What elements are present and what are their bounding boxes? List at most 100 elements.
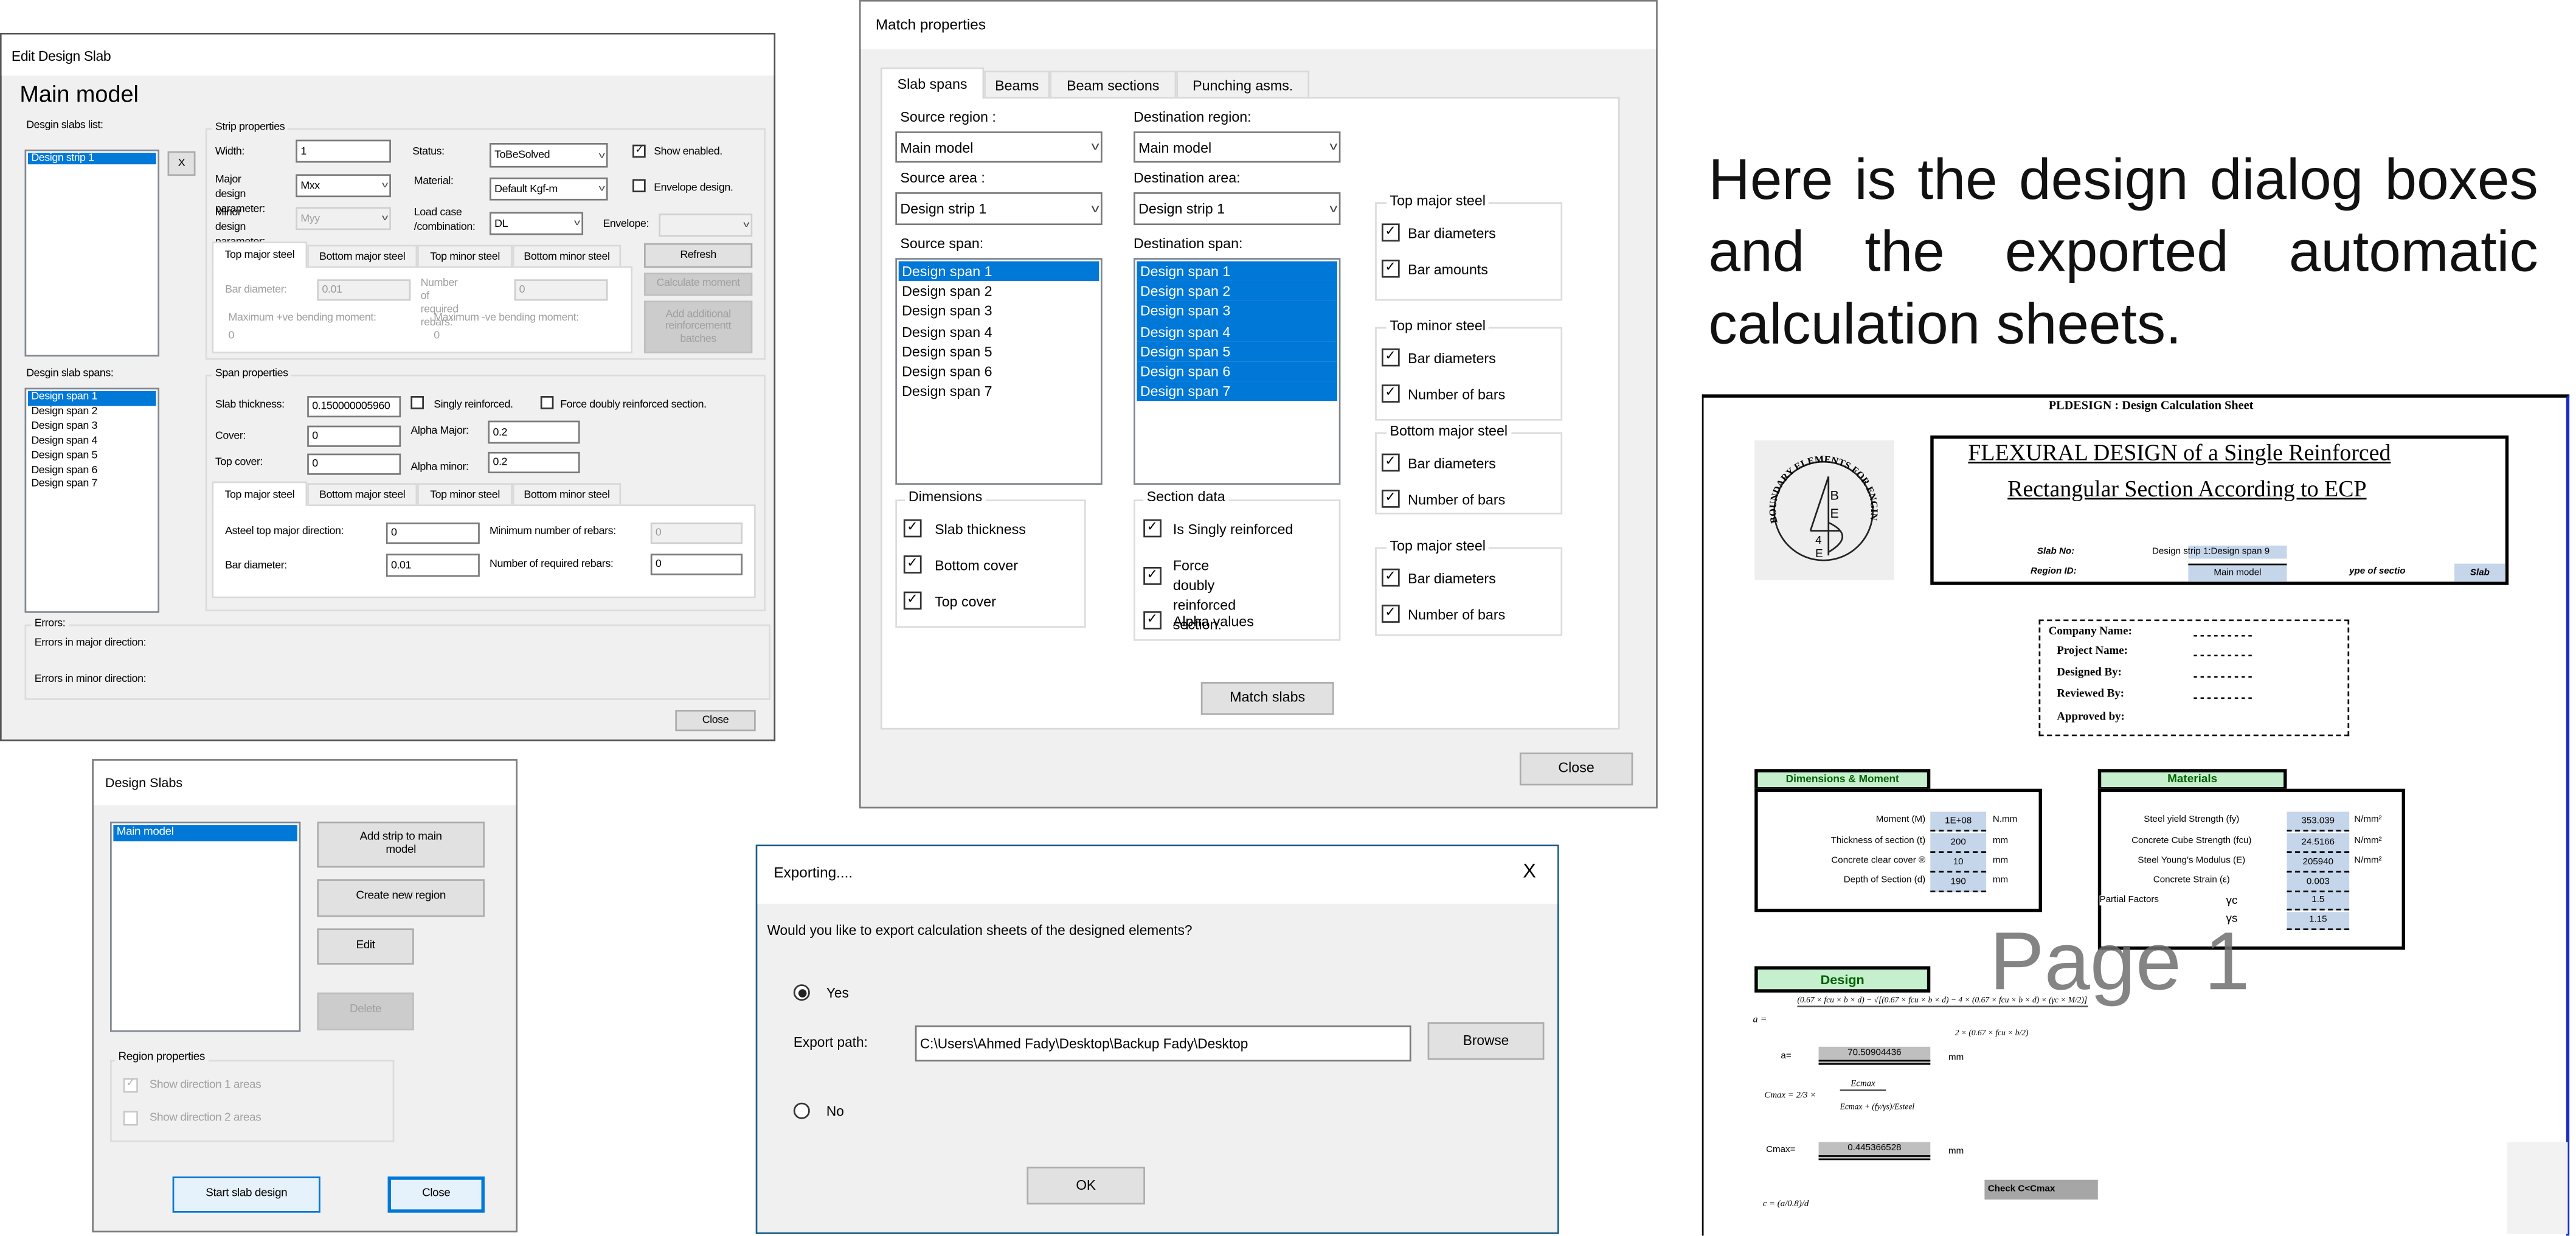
destination-span-item[interactable]: Design span 3	[1137, 301, 1338, 322]
steel-option-checkbox[interactable]	[1381, 348, 1400, 366]
source-span-item[interactable]: Design span 7	[899, 381, 1099, 401]
tab-top-minor-steel[interactable]: Top minor steel	[417, 245, 513, 266]
source-area-select[interactable]: Design strip 1 v	[895, 192, 1103, 226]
load-case-select[interactable]: DL v	[490, 212, 584, 235]
tab-beams[interactable]: Beams	[984, 71, 1050, 97]
min-rebars-input[interactable]: 0	[650, 523, 743, 544]
span-list-item[interactable]: Design span 4	[28, 435, 156, 450]
create-region-button[interactable]: Create new region	[317, 879, 485, 917]
material-select[interactable]: Default Kgf-m v	[490, 177, 608, 201]
start-slab-design-button[interactable]: Start slab design	[172, 1176, 320, 1213]
tab-slab-spans[interactable]: Slab spans	[881, 67, 985, 99]
cover-input[interactable]: 0	[307, 425, 401, 447]
delete-button[interactable]: Delete	[317, 992, 414, 1030]
add-batches-button[interactable]: Add additional reinforcementt batches	[643, 300, 753, 353]
alpha-values-checkbox[interactable]	[1143, 611, 1162, 629]
destination-span-item[interactable]: Design span 5	[1137, 341, 1338, 362]
slab-thickness-input[interactable]: 0.150000005960	[307, 396, 401, 418]
yes-radio[interactable]	[793, 984, 810, 1001]
steel-option-checkbox[interactable]	[1381, 384, 1400, 403]
steel-option-checkbox[interactable]	[1381, 223, 1400, 241]
source-span-list[interactable]: Design span 1 Design span 2 Design span 3D…	[895, 258, 1103, 485]
steel-option-checkbox[interactable]	[1381, 490, 1400, 508]
ok-button[interactable]: OK	[1027, 1167, 1145, 1205]
singly-reinforced-checkbox[interactable]	[410, 396, 424, 410]
status-select[interactable]: ToBeSolved v	[490, 143, 608, 168]
close-button[interactable]: Close	[387, 1176, 485, 1213]
singly-reinforced-checkbox[interactable]	[1143, 519, 1162, 537]
destination-span-item[interactable]: Design span 1	[1137, 261, 1338, 282]
region-list-item[interactable]: Main model	[113, 825, 297, 842]
span-tab-top-minor-steel[interactable]: Top minor steel	[417, 483, 513, 505]
span-num-rebars-input[interactable]: 0	[650, 554, 743, 575]
add-strip-button[interactable]: Add strip to main model	[317, 821, 485, 868]
regions-list[interactable]: Main model	[110, 821, 301, 1032]
remove-slab-button[interactable]: X	[167, 151, 196, 176]
tab-punching-asms[interactable]: Punching asms.	[1176, 71, 1310, 97]
minor-parameter-select[interactable]: Myy v	[296, 207, 391, 231]
steel-option-checkbox[interactable]	[1381, 259, 1400, 277]
span-list-item[interactable]: Design span 5	[28, 450, 156, 464]
close-button[interactable]: Close	[1519, 752, 1633, 786]
envelope-select[interactable]: v	[659, 214, 753, 237]
source-span-item[interactable]: Design span 2	[899, 282, 1099, 302]
tab-top-major-steel[interactable]: Top major steel	[212, 241, 308, 268]
span-tab-bottom-minor-steel[interactable]: Bottom minor steel	[512, 483, 621, 505]
destination-area-select[interactable]: Design strip 1 v	[1134, 192, 1341, 226]
match-slabs-button[interactable]: Match slabs	[1200, 682, 1334, 715]
close-button[interactable]: Close	[675, 710, 756, 732]
destination-span-item[interactable]: Design span 7	[1137, 381, 1338, 402]
steel-option-checkbox[interactable]	[1381, 453, 1400, 471]
span-list-item[interactable]: Design span 2	[28, 406, 156, 420]
tab-bottom-major-steel[interactable]: Bottom major steel	[307, 245, 418, 266]
destination-span-item[interactable]: Design span 2	[1137, 281, 1338, 302]
span-tab-top-major-steel[interactable]: Top major steel	[212, 481, 308, 507]
major-parameter-select[interactable]: Mxx v	[296, 174, 391, 198]
steel-option-checkbox[interactable]	[1381, 568, 1400, 586]
slab-thickness-checkbox[interactable]	[903, 519, 921, 537]
envelope-design-checkbox[interactable]	[632, 179, 646, 193]
slab-list-item[interactable]: Design strip 1	[27, 153, 156, 165]
show-direction2-checkbox[interactable]	[123, 1111, 138, 1125]
destination-region-select[interactable]: Main model v	[1134, 131, 1341, 163]
export-path-input[interactable]: C:\Users\Ahmed Fady\Desktop\Backup Fady\…	[915, 1025, 1411, 1062]
asteel-input[interactable]: 0	[386, 523, 480, 544]
destination-span-item[interactable]: Design span 4	[1137, 321, 1338, 342]
no-radio[interactable]	[793, 1102, 810, 1119]
tab-bottom-minor-steel[interactable]: Bottom minor steel	[512, 245, 621, 266]
steel-option-checkbox[interactable]	[1381, 605, 1400, 623]
destination-span-list[interactable]: Design span 1 Design span 2 Design span 3D…	[1134, 258, 1341, 485]
refresh-button[interactable]: Refresh	[643, 243, 753, 268]
alpha-minor-input[interactable]: 0.2	[488, 451, 580, 474]
source-span-item[interactable]: Design span 1	[898, 261, 1099, 282]
source-span-item[interactable]: Design span 6	[899, 361, 1099, 381]
span-bar-diameter-input[interactable]: 0.01	[386, 554, 480, 577]
source-span-item[interactable]: Design span 5	[899, 341, 1099, 361]
span-tab-bottom-major-steel[interactable]: Bottom major steel	[307, 483, 418, 505]
width-input[interactable]: 1	[296, 139, 391, 163]
tab-beam-sections[interactable]: Beam sections	[1050, 71, 1177, 97]
show-enabled-checkbox[interactable]	[632, 144, 646, 159]
force-doubly-checkbox[interactable]	[1143, 567, 1162, 585]
num-rebars-input[interactable]: 0	[514, 279, 608, 301]
span-list-item[interactable]: Design span 1	[27, 391, 156, 406]
source-region-select[interactable]: Main model v	[895, 131, 1103, 163]
show-direction1-checkbox[interactable]	[123, 1078, 138, 1092]
span-list-item[interactable]: Design span 7	[28, 479, 156, 493]
edit-button[interactable]: Edit	[317, 928, 414, 965]
bar-diameter-input[interactable]: 0.01	[317, 279, 411, 301]
span-list-item[interactable]: Design span 3	[28, 420, 156, 435]
close-icon[interactable]: X	[1523, 859, 1536, 883]
source-span-item[interactable]: Design span 4	[899, 321, 1099, 341]
top-cover-input[interactable]: 0	[307, 453, 401, 475]
top-cover-checkbox[interactable]	[903, 591, 921, 609]
span-list-item[interactable]: Design span 6	[28, 464, 156, 479]
slabs-list[interactable]: Design strip 1	[24, 149, 160, 357]
alpha-major-input[interactable]: 0.2	[488, 420, 580, 444]
destination-span-item[interactable]: Design span 6	[1137, 361, 1338, 382]
bottom-cover-checkbox[interactable]	[903, 555, 921, 574]
browse-button[interactable]: Browse	[1427, 1022, 1545, 1060]
force-doubly-checkbox[interactable]	[540, 396, 555, 410]
spans-list[interactable]: Design span 1 Design span 2 Design span 3D…	[24, 387, 160, 613]
calculate-moment-button[interactable]: Calculate moment	[643, 273, 753, 296]
